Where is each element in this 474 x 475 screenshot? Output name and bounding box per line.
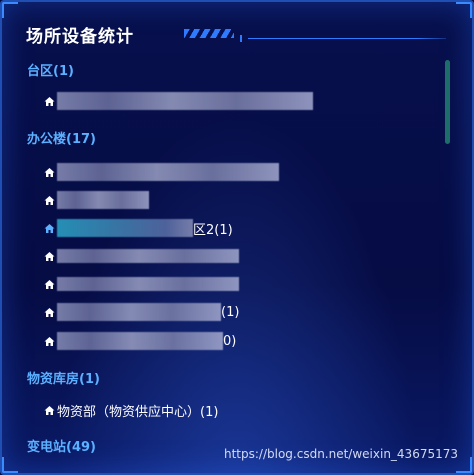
tree-group-warehouse[interactable]: 物资库房(1): [27, 368, 100, 387]
tree-item-selected[interactable]: 区2(1): [44, 218, 233, 238]
redacted-label: [57, 332, 223, 350]
tree-item[interactable]: [44, 246, 239, 266]
redacted-label: [57, 249, 239, 263]
tree-item[interactable]: (1): [44, 302, 239, 322]
home-icon: [44, 336, 55, 347]
home-icon: [44, 405, 55, 416]
tree-group-office[interactable]: 办公楼(17): [27, 128, 96, 147]
redacted-label: [57, 219, 193, 237]
redacted-label: [57, 277, 239, 291]
tree-item[interactable]: [44, 274, 239, 294]
redacted-label: [57, 163, 279, 181]
site-tree: 台区(1) 办公楼(17) 区2(1) (1) 0) 物资库房(1) 物资部（物…: [2, 2, 472, 473]
home-icon: [44, 279, 55, 290]
tree-group-substation[interactable]: 变电站(49): [27, 436, 96, 455]
home-icon: [44, 195, 55, 206]
tree-item[interactable]: 0): [44, 331, 236, 351]
home-icon: [44, 96, 55, 107]
home-icon: [44, 223, 55, 234]
device-stats-panel: 场所设备统计 台区(1) 办公楼(17) 区2(1) (1) 0) 物资库房(1…: [0, 0, 474, 475]
watermark: https://blog.csdn.net/weixin_43675173: [223, 447, 458, 461]
redacted-label: [57, 303, 221, 321]
redacted-label: [57, 191, 149, 209]
tree-item[interactable]: [44, 190, 149, 210]
scrollbar-thumb[interactable]: [445, 60, 450, 144]
home-icon: [44, 307, 55, 318]
tree-item[interactable]: 物资部（物资供应中心）(1): [44, 400, 218, 420]
home-icon: [44, 167, 55, 178]
tree-item[interactable]: [44, 162, 279, 182]
home-icon: [44, 251, 55, 262]
tree-item[interactable]: [44, 91, 313, 111]
redacted-label: [57, 92, 313, 110]
tree-group-taiqu[interactable]: 台区(1): [27, 60, 74, 79]
